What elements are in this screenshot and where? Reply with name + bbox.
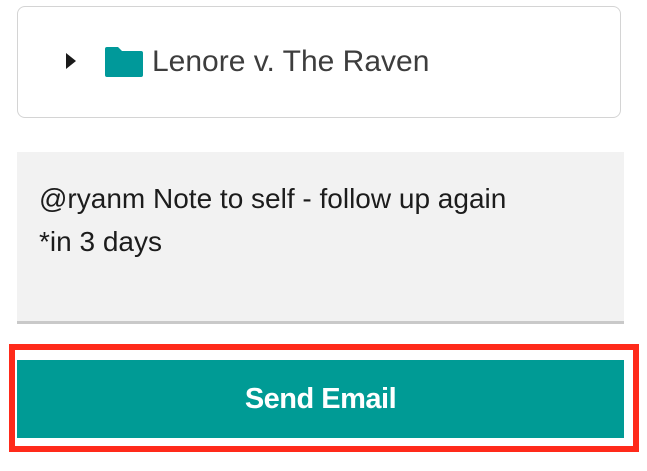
folder-icon bbox=[105, 47, 143, 77]
caret-right-icon[interactable] bbox=[66, 53, 76, 69]
matter-name[interactable]: Lenore v. The Raven bbox=[152, 42, 429, 82]
send-email-button[interactable]: Send Email bbox=[17, 360, 624, 438]
note-textarea[interactable]: @ryanm Note to self - follow up again *i… bbox=[17, 152, 624, 324]
note-text: @ryanm Note to self - follow up again *i… bbox=[39, 183, 507, 257]
email-compose-panel: Lenore v. The Raven @ryanm Note to self … bbox=[0, 0, 647, 471]
